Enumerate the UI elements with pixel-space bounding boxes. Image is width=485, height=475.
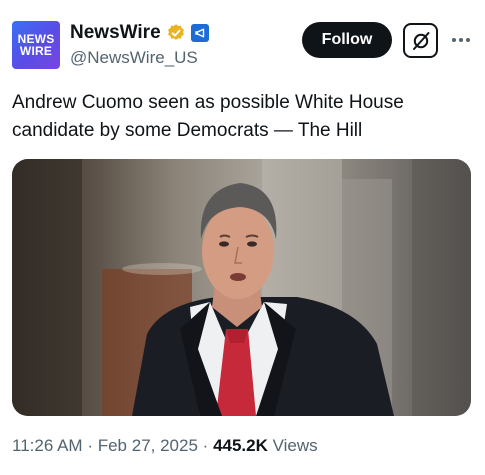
user-handle[interactable]: @NewsWire_US: [70, 48, 198, 68]
meta-separator: ·: [202, 436, 209, 455]
display-name[interactable]: NewsWire: [70, 22, 161, 44]
tweet-date[interactable]: Feb 27, 2025: [98, 436, 198, 455]
meta-separator: ·: [87, 436, 93, 455]
follow-button[interactable]: Follow: [302, 22, 392, 58]
verified-badge-icon[interactable]: [166, 23, 186, 43]
grok-icon[interactable]: [403, 23, 438, 58]
tweet-photo[interactable]: [12, 159, 471, 416]
affiliate-badge-icon[interactable]: [190, 24, 209, 42]
views-label: Views: [272, 436, 318, 455]
more-dots-icon[interactable]: [449, 30, 473, 50]
avatar-text-line2: WIRE: [19, 44, 53, 58]
avatar[interactable]: NEWS WIRE: [12, 21, 60, 69]
tweet-meta: 11:26 AM · Feb 27, 2025 · 445.2K Views: [12, 436, 318, 456]
name-row: NewsWire: [70, 22, 209, 44]
photo-illustration: [12, 159, 471, 416]
views-count: 445.2K: [213, 436, 268, 455]
tweet-header: NEWS WIRE NewsWire @NewsWire_US Follow: [0, 0, 485, 80]
tweet-text: Andrew Cuomo seen as possible White Hous…: [12, 92, 404, 141]
tweet-time[interactable]: 11:26 AM: [12, 436, 83, 455]
